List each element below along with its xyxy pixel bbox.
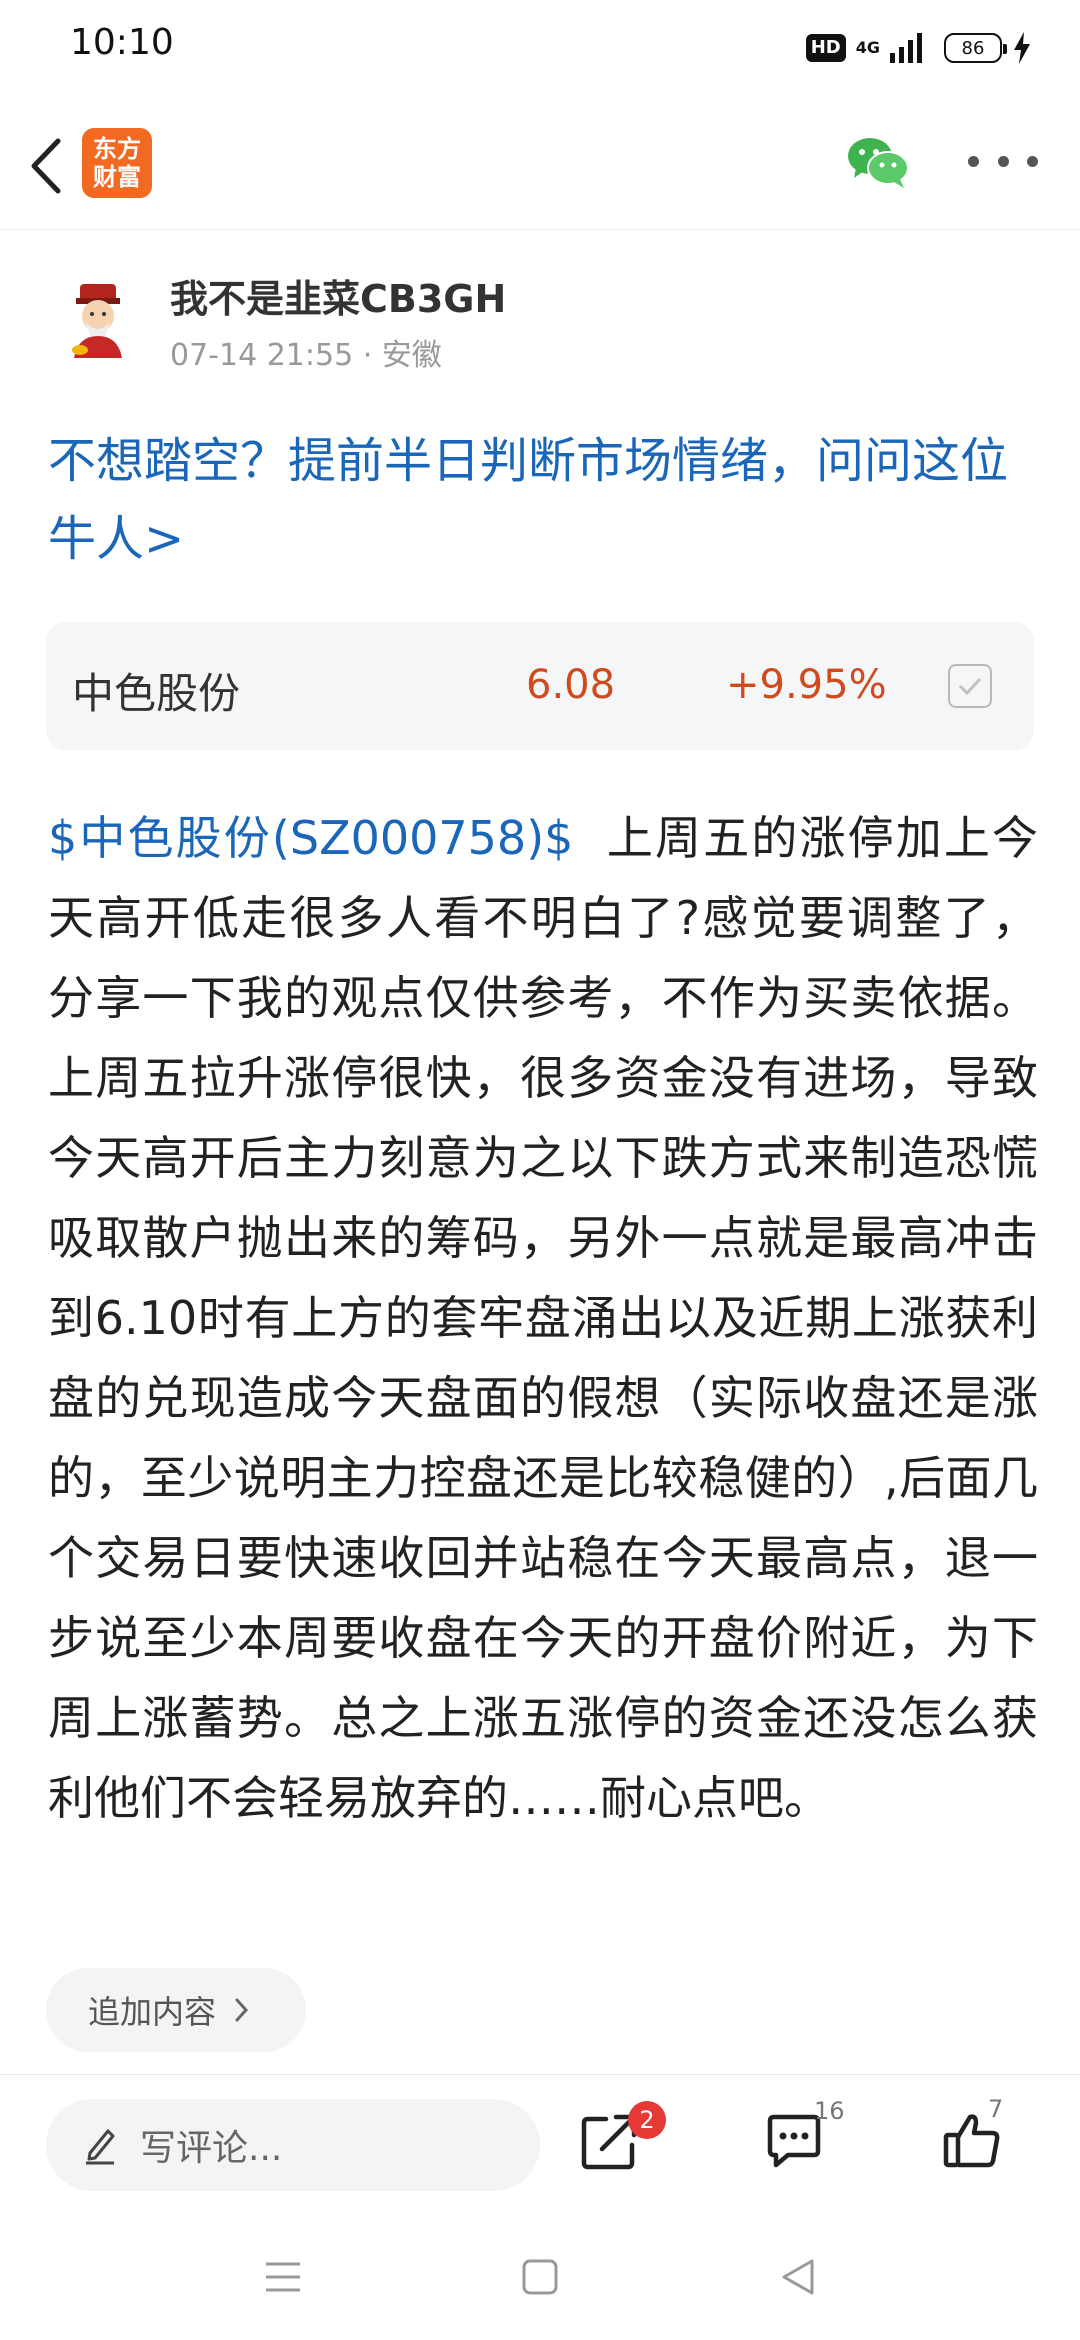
charging-icon bbox=[1014, 32, 1030, 64]
post-text: 上周五的涨停加上今天高开低走很多人看不明白了?感觉要调整了，分享一下我的观点仅供… bbox=[48, 811, 1038, 1825]
bottom-action-bar: 写评论... 2 16 7 bbox=[0, 2074, 1080, 2214]
status-icons: HD 4G 86 bbox=[805, 28, 1032, 68]
post-body: $中色股份(SZ000758)$ 上周五的涨停加上今天高开低走很多人看不明白了?… bbox=[48, 798, 1038, 1838]
nav-bar: 东方 财富 bbox=[0, 96, 1080, 230]
wechat-share-button[interactable] bbox=[846, 134, 910, 190]
stock-name: 中色股份 bbox=[72, 669, 241, 718]
pencil-icon bbox=[86, 2129, 115, 2165]
like-button[interactable]: 7 bbox=[918, 2095, 1038, 2191]
app-logo[interactable]: 东方 财富 bbox=[82, 128, 152, 198]
avatar[interactable] bbox=[50, 270, 146, 366]
back-triangle-icon[interactable] bbox=[778, 2256, 818, 2298]
like-count: 7 bbox=[988, 2095, 1004, 2123]
status-time: 10:10 bbox=[70, 22, 174, 63]
more-icon-dot bbox=[997, 155, 1009, 167]
battery-level: 86 bbox=[961, 37, 985, 59]
check-icon bbox=[958, 677, 982, 696]
stock-card[interactable]: 中色股份 6.08 +9.95% bbox=[46, 622, 1034, 750]
share-badge: 2 bbox=[628, 2101, 666, 2139]
network-type-label: 4G bbox=[855, 38, 880, 57]
comment-placeholder: 写评论... bbox=[140, 2128, 283, 2169]
signal-icon bbox=[890, 33, 922, 63]
append-content-button[interactable]: 追加内容 bbox=[46, 1968, 306, 2052]
system-nav-bar bbox=[0, 2214, 1080, 2340]
author-name[interactable]: 我不是韭菜CB3GH bbox=[170, 268, 506, 323]
logo-line2: 财富 bbox=[93, 163, 141, 191]
battery-icon: 86 bbox=[944, 33, 1007, 63]
comments-button[interactable]: 16 bbox=[740, 2097, 860, 2191]
author-header: 我不是韭菜CB3GH 07-14 21:55 · 安徽 bbox=[50, 260, 1030, 380]
stock-price: 6.08 bbox=[526, 662, 616, 708]
more-icon-dot bbox=[1027, 155, 1038, 167]
more-icon-dot bbox=[968, 155, 979, 167]
status-bar: 10:10 HD 4G 86 bbox=[0, 0, 1080, 96]
wechat-icon bbox=[848, 138, 909, 188]
comment-count: 16 bbox=[814, 2097, 845, 2125]
menu-icon[interactable] bbox=[262, 2256, 304, 2298]
home-icon[interactable] bbox=[520, 2256, 560, 2298]
promo-link[interactable]: 不想踏空？提前半日判断市场情绪，问问这位牛人> bbox=[48, 422, 1038, 578]
comment-input[interactable]: 写评论... bbox=[46, 2099, 540, 2191]
share-button[interactable]: 2 bbox=[556, 2101, 676, 2191]
stock-tag-link[interactable]: $中色股份(SZ000758)$ bbox=[48, 811, 573, 865]
more-button[interactable] bbox=[968, 146, 1038, 176]
back-icon bbox=[31, 138, 61, 194]
append-content-label: 追加内容 bbox=[88, 1993, 217, 2031]
chevron-right-icon bbox=[235, 1998, 249, 2022]
logo-line1: 东方 bbox=[93, 135, 141, 163]
hd-icon: HD bbox=[805, 34, 846, 62]
add-watchlist-checkbox[interactable] bbox=[948, 664, 992, 708]
stock-change: +9.95% bbox=[726, 662, 887, 708]
post-text-spacer bbox=[573, 811, 607, 865]
post-meta: 07-14 21:55 · 安徽 bbox=[170, 338, 442, 373]
back-button[interactable] bbox=[20, 131, 80, 201]
